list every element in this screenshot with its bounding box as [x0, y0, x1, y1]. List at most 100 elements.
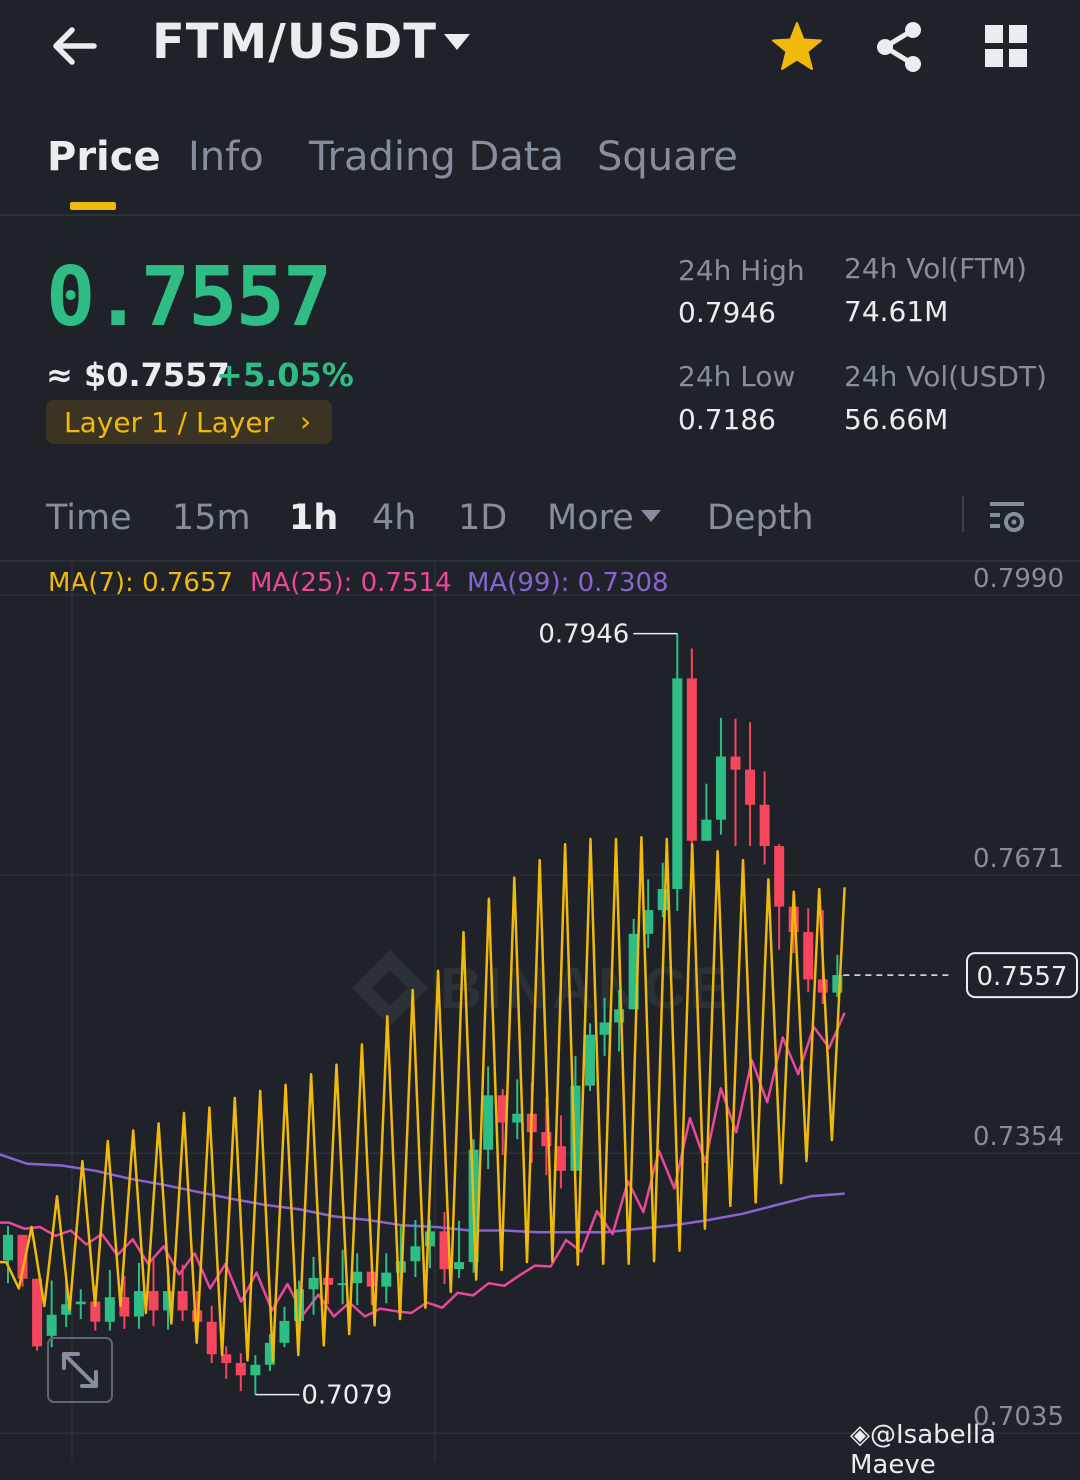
candle-body — [730, 756, 741, 770]
high-marker-label: 0.7946 — [538, 620, 629, 650]
pair-title[interactable]: FTM/USDT — [152, 14, 437, 70]
candle-body — [424, 1231, 435, 1247]
tab-square[interactable]: Square — [597, 134, 738, 180]
expand-icon[interactable] — [47, 1337, 113, 1403]
tab-indicator — [70, 202, 116, 210]
tf-more[interactable]: More — [547, 498, 634, 538]
vol-usdt-value: 56.66M — [844, 403, 949, 436]
divider — [962, 496, 964, 532]
low-marker-label: 0.7079 — [301, 1381, 392, 1411]
candle — [701, 783, 712, 841]
tab-price[interactable]: Price — [47, 134, 161, 180]
candle — [75, 1289, 86, 1320]
ma25-line — [0, 1012, 846, 1318]
candle — [585, 1023, 595, 1091]
low-value: 0.7186 — [678, 403, 776, 436]
candle-body — [148, 1291, 159, 1311]
candle — [686, 648, 697, 862]
candle-body — [686, 678, 697, 841]
candle-body — [308, 1277, 319, 1290]
candle — [206, 1305, 217, 1364]
candle — [745, 722, 756, 847]
candle — [803, 908, 814, 992]
candle-body — [381, 1272, 392, 1287]
high-value: 0.7946 — [678, 296, 776, 329]
y-tick-label: 0.7354 — [973, 1122, 1064, 1152]
binance-logo-icon — [352, 950, 428, 1026]
last-price: 0.7557 — [46, 250, 332, 345]
candle-body — [599, 1022, 610, 1035]
grid-icon[interactable] — [982, 22, 1030, 70]
candle-body — [75, 1301, 86, 1305]
candle-body — [454, 1262, 465, 1270]
candle-body — [555, 1146, 566, 1171]
chevron-right-icon: › — [300, 405, 312, 438]
tf-15m[interactable]: 15m — [172, 498, 251, 538]
candle-body — [585, 1034, 595, 1086]
candle-body — [323, 1277, 334, 1285]
tf-1d[interactable]: 1D — [458, 498, 507, 538]
candle-body — [133, 1291, 144, 1317]
candle-body — [279, 1320, 290, 1343]
candle-body — [803, 932, 814, 980]
candle — [250, 1355, 261, 1395]
candle-body — [774, 846, 785, 907]
candle — [774, 844, 785, 950]
candle — [759, 771, 770, 865]
candle — [104, 1269, 115, 1331]
candle-body — [3, 1234, 13, 1261]
tf-depth[interactable]: Depth — [707, 498, 814, 538]
back-arrow-icon[interactable] — [48, 18, 104, 74]
vol-ftm-label: 24h Vol(FTM) — [844, 252, 1027, 285]
tab-trading-data[interactable]: Trading Data — [309, 134, 564, 180]
candle-body — [104, 1297, 115, 1322]
chart-settings-icon[interactable] — [988, 496, 1028, 536]
tf-time[interactable]: Time — [46, 498, 132, 538]
candle — [410, 1219, 421, 1278]
candle — [235, 1353, 246, 1392]
watermark-user: ◈@Isabella Maeve — [850, 1420, 1080, 1480]
diamond-icon: ◈ — [850, 1420, 870, 1450]
candle — [352, 1253, 363, 1306]
candle-body — [672, 678, 683, 890]
star-icon[interactable] — [770, 20, 824, 74]
price-usd: ≈ $0.7557 — [46, 356, 230, 394]
candlestick-chart[interactable]: BINANCE 0.79460.70790.7557 0.79900.76710… — [0, 560, 1080, 1461]
candle — [381, 1253, 392, 1304]
watermark-user-label: @Isabella Maeve — [850, 1420, 997, 1480]
category-tag[interactable]: Layer 1 / Layer › — [46, 400, 332, 444]
y-axis: 0.79900.76710.73540.7035 — [973, 564, 1064, 1432]
candle — [730, 718, 741, 847]
ma25-path — [0, 1012, 846, 1318]
main-tabs: Price Info Trading Data Square — [0, 130, 1080, 216]
candle — [672, 633, 683, 911]
candle-body — [352, 1271, 363, 1284]
y-tick-label: 0.7671 — [973, 844, 1064, 874]
candle-body — [177, 1291, 188, 1311]
caret-down-icon[interactable] — [641, 510, 661, 522]
candle-body — [745, 769, 756, 805]
candle-body — [410, 1246, 421, 1262]
tf-4h[interactable]: 4h — [372, 498, 416, 538]
low-label: 24h Low — [678, 360, 796, 393]
tab-info[interactable]: Info — [188, 134, 264, 180]
candle-body — [759, 804, 770, 847]
caret-down-icon[interactable] — [444, 34, 470, 50]
candle-body — [715, 756, 726, 820]
price-change: +5.05% — [216, 356, 354, 394]
candle-body — [483, 1095, 494, 1150]
candle — [279, 1306, 290, 1348]
candle-body — [206, 1321, 217, 1355]
vol-usdt-label: 24h Vol(USDT) — [844, 360, 1047, 393]
current-price-label: 0.7557 — [977, 962, 1068, 992]
y-tick-label: 0.7990 — [973, 564, 1064, 594]
high-label: 24h High — [678, 254, 805, 287]
candle-body — [235, 1363, 246, 1376]
timeframe-bar: Time 15m 1h 4h 1D More Depth — [0, 490, 1080, 562]
candle — [715, 717, 726, 835]
share-icon[interactable] — [874, 20, 924, 74]
vol-ftm-value: 74.61M — [844, 295, 949, 328]
category-tag-label: Layer 1 / Layer — [64, 406, 275, 439]
candle-body — [701, 819, 712, 841]
tf-1h[interactable]: 1h — [289, 498, 338, 538]
